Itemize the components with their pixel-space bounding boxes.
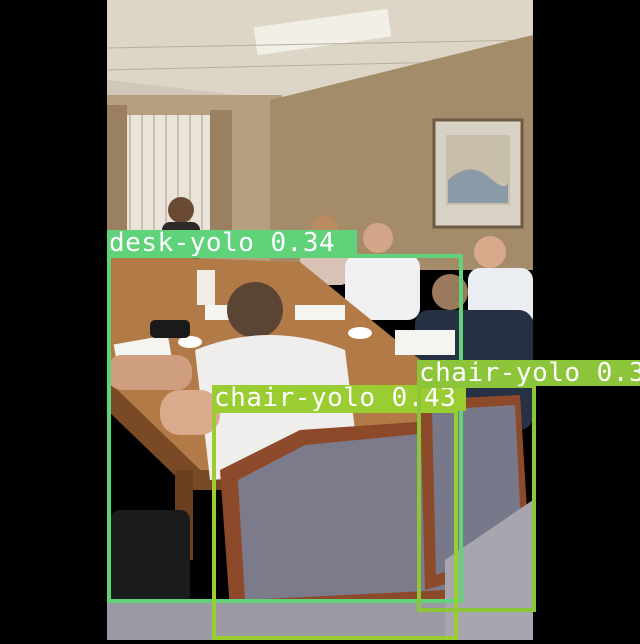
curtain-left [107, 105, 127, 235]
curtain-right [210, 110, 232, 235]
chair-detection-box-right [417, 384, 536, 612]
chair-detection-label-right: chair-yolo 0.3 [417, 360, 640, 386]
desk-detection-label: desk-yolo 0.34 [107, 230, 357, 256]
person-far [168, 197, 194, 223]
